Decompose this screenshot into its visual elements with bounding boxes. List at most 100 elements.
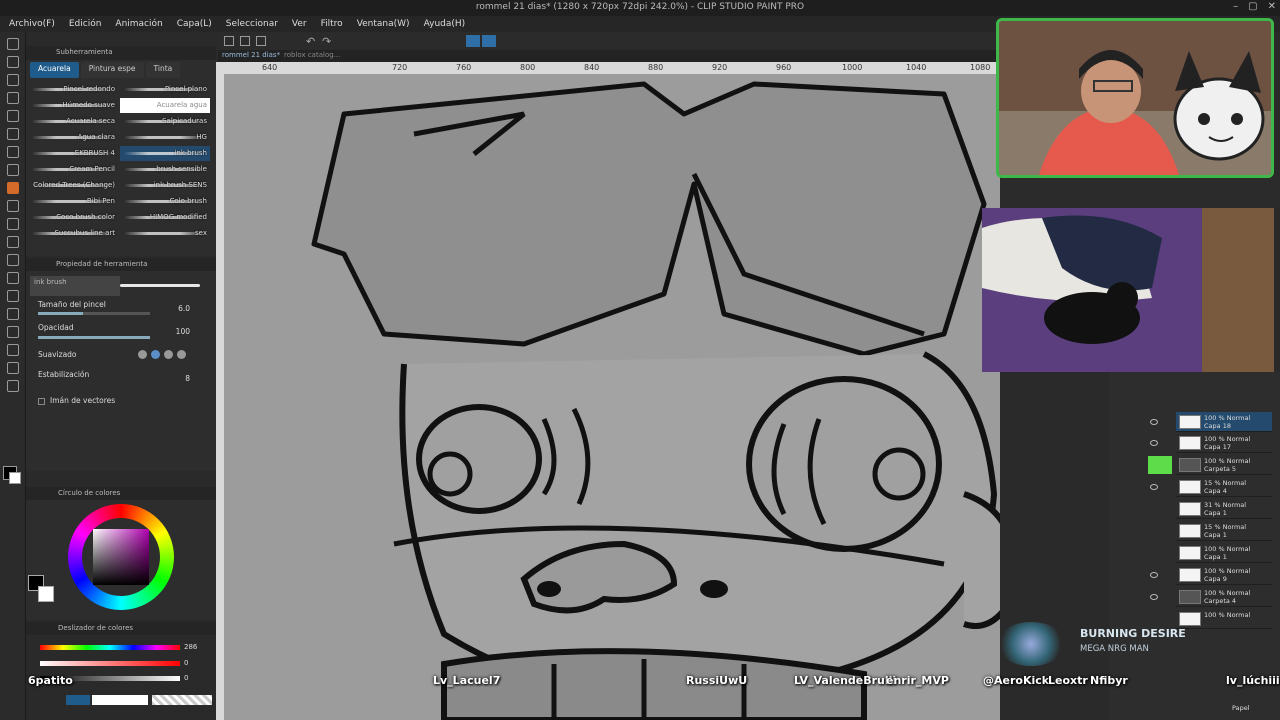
save-icon[interactable]	[256, 36, 266, 46]
menu-ver[interactable]: Ver	[292, 19, 307, 29]
gradient-tool-icon[interactable]	[7, 272, 19, 284]
color-wheel[interactable]	[68, 504, 174, 610]
airbrush-tool-icon[interactable]	[7, 200, 19, 212]
opacity-value[interactable]: 100	[176, 327, 190, 336]
smoothing-option-icon[interactable]	[177, 350, 186, 359]
brush-item[interactable]: sex	[120, 226, 210, 241]
color-history-item[interactable]	[92, 695, 148, 705]
brush-item[interactable]: Salpicaduras	[120, 114, 210, 129]
brush-item[interactable]: Húmedo suave	[28, 98, 118, 113]
paper-layer-label[interactable]: Papel	[1232, 704, 1250, 712]
move-tool-icon[interactable]	[7, 74, 19, 86]
brush-item[interactable]: Colored Trees (Change)	[28, 178, 118, 193]
layer-row-selected[interactable]: 100 % Normal Capa 18	[1176, 412, 1272, 432]
opacity-slider[interactable]	[38, 336, 150, 339]
minimize-icon[interactable]: –	[1233, 1, 1238, 12]
eraser-tool-icon[interactable]	[7, 218, 19, 230]
brush-item[interactable]: Pincel redondo	[28, 82, 118, 97]
brush-item[interactable]: EKBRUSH 4	[28, 146, 118, 161]
brush-item[interactable]: Agua clara	[28, 130, 118, 145]
brush-item[interactable]: Colo brush	[120, 194, 210, 209]
balloon-tool-icon[interactable]	[7, 362, 19, 374]
menu-ayuda[interactable]: Ayuda(H)	[424, 19, 466, 29]
eye-icon[interactable]	[1150, 594, 1158, 600]
document-tab-active[interactable]: rommel 21 dias*	[222, 51, 280, 59]
pen-tool-icon[interactable]	[7, 146, 19, 158]
layer-row[interactable]: 31 % Normal Capa 1	[1176, 499, 1272, 519]
snap-special-ruler-icon[interactable]	[482, 35, 496, 47]
hue-value[interactable]: 286	[184, 643, 197, 651]
eye-icon[interactable]	[1150, 440, 1158, 446]
redo-icon[interactable]: ↷	[322, 35, 331, 48]
new-icon[interactable]	[224, 36, 234, 46]
brush-item[interactable]: Bibi Pen	[28, 194, 118, 209]
correct-line-tool-icon[interactable]	[7, 380, 19, 392]
frame-tool-icon[interactable]	[7, 308, 19, 320]
brush-item[interactable]: brush sensible	[120, 162, 210, 177]
saturation-value-square[interactable]	[93, 529, 149, 585]
brush-item[interactable]: Succubus line art	[28, 226, 118, 241]
eye-icon[interactable]	[1150, 572, 1158, 578]
stabilization-value[interactable]: 8	[185, 374, 190, 383]
drawing-canvas[interactable]	[224, 74, 1000, 720]
zoom-tool-icon[interactable]	[7, 38, 19, 50]
brush-item[interactable]: Coco brush color	[28, 210, 118, 225]
pencil-tool-icon[interactable]	[7, 164, 19, 176]
menu-edicion[interactable]: Edición	[69, 19, 102, 29]
menu-seleccionar[interactable]: Seleccionar	[226, 19, 278, 29]
hand-tool-icon[interactable]	[7, 56, 19, 68]
layer-row[interactable]: 100 % Normal Capa 1	[1176, 543, 1272, 563]
document-tab[interactable]: roblox catalog...	[284, 51, 340, 59]
layer-row[interactable]: 100 % Normal Capa 17	[1176, 433, 1272, 453]
snap-ruler-icon[interactable]	[466, 35, 480, 47]
brush-item[interactable]: HIMOG modified	[120, 210, 210, 225]
undo-icon[interactable]: ↶	[306, 35, 315, 48]
smoothing-option-icon[interactable]	[151, 350, 160, 359]
brush-item[interactable]: Acuarela agua	[120, 98, 210, 113]
brush-size-value[interactable]: 6.0	[178, 304, 190, 313]
brush-item[interactable]: HG	[120, 130, 210, 145]
menu-filtro[interactable]: Filtro	[321, 19, 343, 29]
maximize-icon[interactable]: ▢	[1248, 1, 1257, 12]
blend-tool-icon[interactable]	[7, 236, 19, 248]
eye-icon[interactable]	[1150, 484, 1158, 490]
eye-icon[interactable]	[1150, 419, 1158, 425]
tab-tinta[interactable]: Tinta	[145, 62, 181, 78]
brush-item[interactable]: Cream Pencil	[28, 162, 118, 177]
layer-row[interactable]: 15 % Normal Capa 1	[1176, 521, 1272, 541]
select-tool-icon[interactable]	[7, 92, 19, 104]
brush-size-slider[interactable]	[38, 312, 150, 315]
vector-magnet-checkbox[interactable]	[38, 398, 45, 405]
eyedropper-tool-icon[interactable]	[7, 128, 19, 140]
menu-ventana[interactable]: Ventana(W)	[357, 19, 410, 29]
menu-animacion[interactable]: Animación	[115, 19, 162, 29]
tab-acuarela[interactable]: Acuarela	[30, 62, 79, 78]
brush-item[interactable]: ink brush SENS	[120, 178, 210, 193]
brush-item-selected[interactable]: ink brush	[120, 146, 210, 161]
ruler-tool-icon[interactable]	[7, 326, 19, 338]
saturation-slider[interactable]	[40, 661, 180, 666]
transparent-color-item[interactable]	[152, 695, 212, 705]
sub-color-swatch[interactable]	[9, 472, 21, 484]
figure-tool-icon[interactable]	[7, 290, 19, 302]
smoothing-option-icon[interactable]	[164, 350, 173, 359]
color-history-item[interactable]	[66, 695, 90, 705]
layer-row[interactable]: 100 % Normal Carpeta 4	[1176, 587, 1272, 607]
brush-item[interactable]: Acuarela seca	[28, 114, 118, 129]
layer-row[interactable]: 15 % Normal Capa 4	[1176, 477, 1272, 497]
lasso-tool-icon[interactable]	[7, 110, 19, 122]
hue-slider[interactable]	[40, 645, 180, 650]
menu-archivo[interactable]: Archivo(F)	[9, 19, 55, 29]
background-color-swatch[interactable]	[38, 586, 54, 602]
tab-pintura[interactable]: Pintura espe	[80, 62, 144, 78]
layer-row[interactable]: 100 % Normal Capa 9	[1176, 565, 1272, 585]
menu-capa[interactable]: Capa(L)	[177, 19, 212, 29]
brush-item[interactable]: Pincel plano	[120, 82, 210, 97]
fill-tool-icon[interactable]	[7, 254, 19, 266]
text-tool-icon[interactable]	[7, 344, 19, 356]
open-icon[interactable]	[240, 36, 250, 46]
close-icon[interactable]: ✕	[1268, 1, 1276, 12]
layer-row[interactable]: 100 % Normal Carpeta 5	[1176, 455, 1272, 475]
brush-tool-icon[interactable]	[7, 182, 19, 194]
saturation-value[interactable]: 0	[184, 659, 188, 667]
